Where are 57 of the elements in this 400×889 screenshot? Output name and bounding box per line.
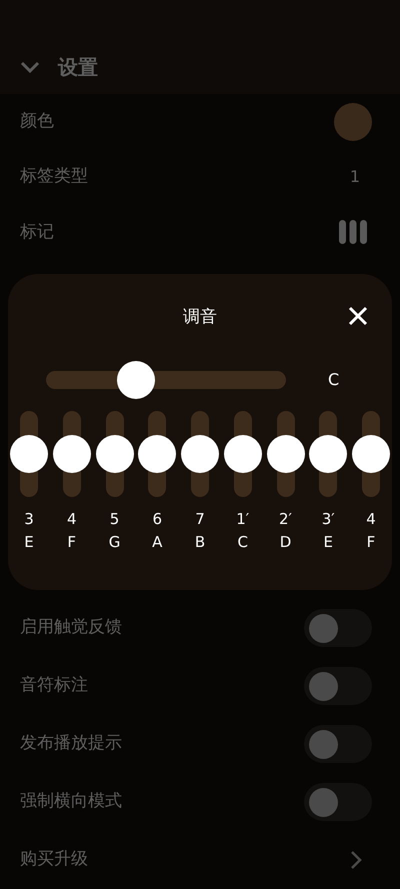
slider-thumb[interactable] xyxy=(116,361,155,400)
note-letter: F xyxy=(366,532,376,552)
note-letter: F xyxy=(67,532,76,552)
setting-label: 购买升级 xyxy=(20,848,88,872)
row-value: 1 xyxy=(350,166,361,188)
bars-icon[interactable] xyxy=(339,220,367,244)
tine-slider[interactable] xyxy=(352,411,390,498)
note-number: 7 xyxy=(195,509,205,530)
note-letter: B xyxy=(194,532,206,552)
tine-slider[interactable] xyxy=(266,411,304,498)
toggle-switch[interactable] xyxy=(304,725,372,764)
key-reading: C xyxy=(328,369,340,392)
color-swatch[interactable] xyxy=(334,102,372,141)
tine-slider[interactable] xyxy=(52,411,91,498)
note-number: 1′ xyxy=(236,509,250,530)
note-number: 3 xyxy=(24,509,34,530)
setting-label: 标记 xyxy=(20,220,54,244)
note-letter: E xyxy=(324,532,333,552)
note-letter: E xyxy=(24,532,34,552)
setting-label: 强制横向模式 xyxy=(20,790,122,814)
note-letter: G xyxy=(108,532,120,552)
tine-slider[interactable] xyxy=(96,411,134,498)
toggle-switch[interactable] xyxy=(304,609,372,648)
tine-slider[interactable] xyxy=(224,411,262,498)
tine-knob[interactable] xyxy=(10,435,48,474)
tine-slider[interactable] xyxy=(138,411,176,498)
note-letter: C xyxy=(238,532,248,552)
setting-label: 发布播放提示 xyxy=(20,732,122,756)
note-number: 2′ xyxy=(279,509,292,530)
tine-knob[interactable] xyxy=(352,435,390,474)
tine-knob[interactable] xyxy=(224,435,262,474)
setting-label: 颜色 xyxy=(20,110,54,134)
toggle-switch[interactable] xyxy=(304,783,372,822)
tine-knob[interactable] xyxy=(138,435,176,474)
note-letter: D xyxy=(280,532,292,552)
setting-label: 启用触觉反馈 xyxy=(20,616,122,640)
tine-slider[interactable] xyxy=(181,411,219,498)
toggle-switch[interactable] xyxy=(304,667,372,706)
tine-knob[interactable] xyxy=(181,435,219,474)
tine-knob[interactable] xyxy=(309,435,348,474)
setting-label: 标签类型 xyxy=(20,165,88,188)
dialog-title: 调音 xyxy=(183,306,217,330)
note-number: 3′ xyxy=(322,509,335,530)
note-number: 6 xyxy=(152,509,162,530)
section-title: 设置 xyxy=(58,54,98,82)
tine-knob[interactable] xyxy=(266,435,304,474)
tine-knob[interactable] xyxy=(96,435,134,474)
tine-knob[interactable] xyxy=(52,435,91,474)
key-slider[interactable] xyxy=(46,361,286,400)
note-number: 4 xyxy=(66,509,77,530)
note-number: 4 xyxy=(366,509,376,530)
section-header[interactable]: 设置 xyxy=(0,0,400,94)
tine-slider[interactable] xyxy=(309,411,348,498)
tine-slider[interactable] xyxy=(10,411,48,498)
note-letter: A xyxy=(152,532,162,552)
setting-label: 音符标注 xyxy=(20,674,88,698)
note-number: 5 xyxy=(110,509,120,530)
